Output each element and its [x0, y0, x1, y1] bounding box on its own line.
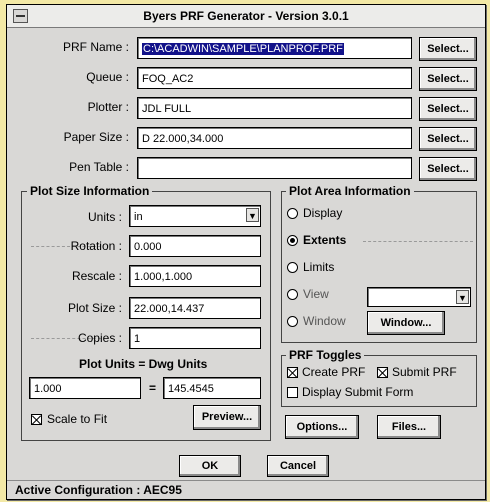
plot-area-group-title: Plot Area Information: [286, 184, 414, 198]
extents-radio-label: Extents: [303, 233, 347, 247]
rotation-field[interactable]: 0.000: [129, 235, 261, 257]
title-bar: Byers PRF Generator - Version 3.0.1: [7, 5, 485, 28]
limits-radio-label: Limits: [303, 260, 335, 274]
preview-button[interactable]: Preview...: [193, 405, 261, 430]
scale-to-fit-checkbox[interactable]: [31, 414, 42, 425]
pen-table-field[interactable]: [137, 157, 412, 179]
prf-name-select-button[interactable]: Select...: [419, 37, 477, 61]
submit-prf-label: Submit PRF: [392, 365, 457, 379]
limits-radio[interactable]: [287, 262, 298, 273]
queue-label: Queue :: [86, 70, 129, 84]
window-title: Byers PRF Generator - Version 3.0.1: [143, 9, 349, 23]
divider: [363, 241, 473, 242]
scale-to-fit-label: Scale to Fit: [47, 412, 108, 426]
system-menu-icon[interactable]: [13, 9, 28, 23]
active-configuration-label: Active Configuration : AEC95: [15, 483, 182, 497]
view-radio-label: View: [303, 287, 329, 301]
rescale-field[interactable]: 1.000,1.000: [129, 265, 261, 287]
pen-table-select-button[interactable]: Select...: [419, 157, 477, 181]
display-radio[interactable]: [287, 208, 298, 219]
extents-radio[interactable]: [287, 235, 298, 246]
options-button[interactable]: Options...: [285, 415, 359, 439]
dropdown-arrow-icon[interactable]: ▼: [456, 290, 469, 304]
create-prf-label: Create PRF: [302, 365, 366, 379]
queue-field[interactable]: FOQ_AC2: [137, 67, 412, 89]
rescale-label: Rescale :: [71, 269, 122, 283]
plotter-select-button[interactable]: Select...: [419, 97, 477, 121]
paper-size-field[interactable]: D 22.000,34.000: [137, 127, 412, 149]
queue-select-button[interactable]: Select...: [419, 67, 477, 91]
files-button[interactable]: Files...: [377, 415, 441, 439]
dwg-units-field[interactable]: 145.4545: [163, 377, 261, 399]
create-prf-checkbox[interactable]: [287, 367, 298, 378]
prf-name-field[interactable]: C:\ACADWIN\SAMPLE\PLANPROF.PRF: [137, 37, 412, 59]
window-radio-label: Window: [303, 314, 346, 328]
ok-button[interactable]: OK: [179, 455, 241, 477]
display-submit-form-checkbox[interactable]: [287, 387, 298, 398]
copies-label: Copies :: [77, 331, 122, 345]
display-radio-label: Display: [303, 206, 343, 220]
plot-size-label: Plot Size :: [67, 301, 122, 315]
dropdown-arrow-icon[interactable]: ▼: [246, 208, 259, 222]
window-button[interactable]: Window...: [367, 311, 445, 335]
units-label: Units :: [87, 210, 122, 224]
display-submit-form-label: Display Submit Form: [302, 385, 414, 399]
view-radio[interactable]: [287, 289, 298, 300]
prf-toggles-group: [281, 355, 477, 407]
equals-sign: =: [149, 381, 157, 395]
units-dropdown[interactable]: in ▼: [129, 205, 261, 227]
plot-units-label: Plot Units = Dwg Units: [79, 357, 208, 371]
plot-size-group-title: Plot Size Information: [27, 184, 153, 198]
prf-name-label: PRF Name :: [62, 40, 129, 54]
plot-size-field[interactable]: 22.000,14.437: [129, 297, 261, 319]
copies-field[interactable]: 1: [129, 327, 261, 349]
view-dropdown[interactable]: ▼: [367, 287, 471, 307]
paper-size-label: Paper Size :: [63, 130, 129, 144]
cancel-button[interactable]: Cancel: [267, 455, 329, 477]
plot-units-field[interactable]: 1.000: [29, 377, 141, 399]
submit-prf-checkbox[interactable]: [377, 367, 388, 378]
paper-size-select-button[interactable]: Select...: [419, 127, 477, 151]
window-radio[interactable]: [287, 316, 298, 327]
status-bar: Active Configuration : AEC95: [7, 480, 485, 499]
prf-generator-dialog: Byers PRF Generator - Version 3.0.1 PRF …: [6, 4, 486, 500]
plotter-field[interactable]: JDL FULL: [137, 97, 412, 119]
pen-table-label: Pen Table :: [69, 160, 129, 174]
rotation-label: Rotation :: [70, 239, 122, 253]
plotter-label: Plotter :: [87, 100, 129, 114]
prf-toggles-group-title: PRF Toggles: [286, 348, 365, 362]
